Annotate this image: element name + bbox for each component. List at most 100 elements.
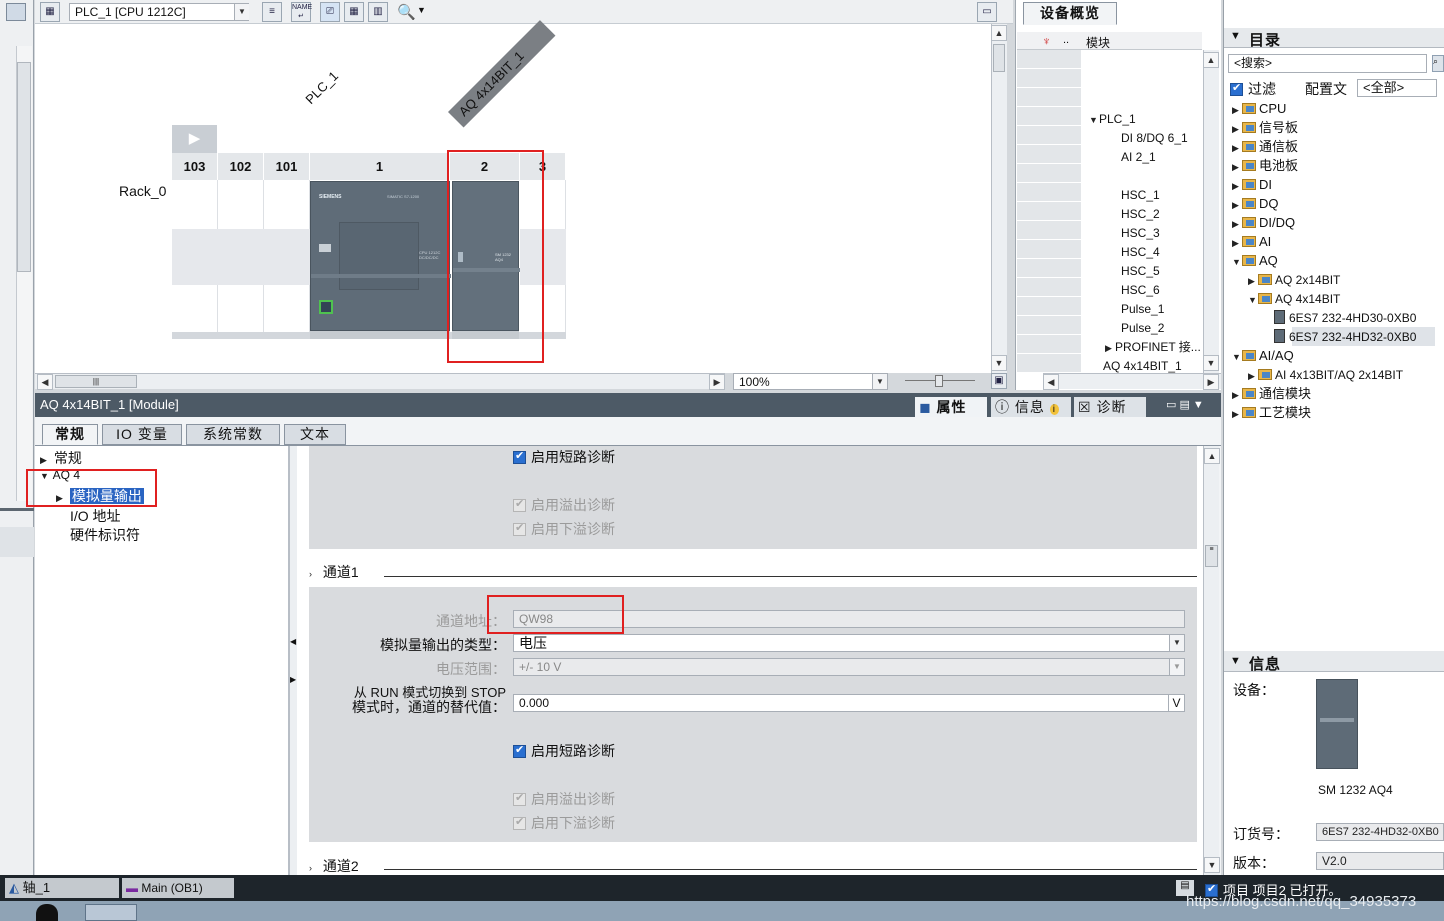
tab-general[interactable]: 常规: [42, 424, 98, 445]
tab-texts[interactable]: 文本: [284, 424, 346, 445]
overview-row[interactable]: Pulse_2: [1081, 319, 1202, 338]
ch1-substitute-value[interactable]: 0.000: [513, 694, 1185, 712]
collapse-icon[interactable]: ▼: [1089, 111, 1099, 130]
grid-button[interactable]: ▦: [344, 2, 364, 22]
expand-icon[interactable]: ▶: [1232, 405, 1242, 424]
catalog-item[interactable]: ▼ AQ 4x14BIT: [1248, 289, 1340, 308]
tab-properties[interactable]: ◼ 属性: [915, 397, 987, 417]
catalog-search-icon[interactable]: ⌕: [1432, 55, 1444, 72]
editor-tab-main[interactable]: ▬ Main (OB1): [122, 878, 234, 898]
overview-row[interactable]: HSC_6: [1081, 281, 1202, 300]
catalog-item[interactable]: ▶ DI/DQ: [1232, 213, 1295, 232]
tab-info[interactable]: ⓘ 信息 i: [991, 397, 1071, 417]
canvas-scroll-up[interactable]: ▲: [991, 25, 1007, 41]
overview-row[interactable]: Pulse_1: [1081, 300, 1202, 319]
properties-vscroll[interactable]: [1203, 446, 1219, 875]
tab-io-tags[interactable]: IO 变量: [102, 424, 182, 445]
ch0-short-diag[interactable]: 启用短路诊断: [513, 447, 615, 467]
canvas-scroll-down[interactable]: ▼: [991, 355, 1007, 371]
nav-splitter[interactable]: [289, 446, 297, 875]
expand-icon[interactable]: ›: [309, 569, 319, 579]
splitter-arrow-icon[interactable]: ◀: [290, 637, 296, 646]
catalog-item[interactable]: ▶ AQ 2x14BIT: [1248, 270, 1340, 289]
zoom-dropdown-icon[interactable]: ▼: [417, 5, 426, 15]
canvas-vscroll[interactable]: [991, 24, 1007, 373]
expand-icon[interactable]: ▶: [40, 455, 50, 466]
catalog-item[interactable]: ▶ 信号板: [1232, 118, 1298, 137]
catalog-collapse-icon[interactable]: ▼: [1230, 30, 1241, 42]
nav-io-address[interactable]: I/O 地址: [70, 506, 121, 526]
panel-window-icons[interactable]: ▭ ▤ ▼: [1166, 398, 1204, 411]
taskbar-app-icon[interactable]: [36, 904, 58, 921]
left-strip-thumb[interactable]: [17, 62, 31, 272]
zoom-dropdown-icon[interactable]: ▼: [872, 374, 887, 389]
zoom-icon[interactable]: 🔍: [397, 3, 416, 21]
catalog-item[interactable]: 6ES7 232-4HD30-0XB0: [1264, 308, 1416, 327]
catalog-filter[interactable]: 过滤: [1230, 79, 1276, 99]
catalog-item[interactable]: ▶ CPU: [1232, 99, 1286, 118]
checkbox[interactable]: [513, 743, 526, 758]
catalog-item[interactable]: ▼ AQ: [1232, 251, 1278, 270]
dropdown-icon[interactable]: ▼: [1169, 635, 1184, 651]
zoom-slider-thumb[interactable]: [935, 375, 943, 387]
overview-row[interactable]: HSC_2: [1081, 205, 1202, 224]
properties-scroll-down[interactable]: ▼: [1204, 857, 1220, 873]
rack-expand-button[interactable]: ▶: [172, 125, 217, 153]
catalog-item[interactable]: ▶ AI: [1232, 232, 1271, 251]
overview-scroll-up[interactable]: ▲: [1203, 52, 1219, 68]
overview-row[interactable]: ▶ PROFINET 接...: [1081, 338, 1202, 357]
properties-vscroll-thumb[interactable]: ≡: [1205, 545, 1218, 567]
collapse-icon[interactable]: ▼: [1248, 291, 1258, 310]
taskbar-app-icon[interactable]: [85, 904, 137, 921]
catalog-item[interactable]: ▶ 电池板: [1232, 156, 1298, 175]
left-strip-icon[interactable]: [6, 3, 26, 21]
catalog-item[interactable]: ▶ DQ: [1232, 194, 1279, 213]
nav-hw-identifier[interactable]: 硬件标识符: [70, 525, 140, 545]
overview-scroll-left[interactable]: ◀: [1043, 374, 1059, 390]
collapse-icon[interactable]: ▼: [1232, 348, 1242, 367]
zoom-select[interactable]: 100%: [733, 373, 888, 390]
overview-row[interactable]: AI 2_1: [1081, 148, 1202, 167]
checkbox[interactable]: [513, 449, 526, 464]
editor-tab-axis[interactable]: ◭ 轴_1: [5, 878, 119, 898]
expand-icon[interactable]: ▶: [1105, 339, 1115, 358]
catalog-item[interactable]: ▶ AI 4x13BIT/AQ 2x14BIT: [1248, 365, 1403, 384]
overview-hscroll[interactable]: [1043, 373, 1221, 389]
overview-row[interactable]: ▼PLC_1: [1081, 110, 1202, 129]
channel1-header[interactable]: › 通道1: [309, 562, 359, 582]
overview-row[interactable]: HSC_4: [1081, 243, 1202, 262]
overview-row[interactable]: HSC_5: [1081, 262, 1202, 281]
catalog-config-select[interactable]: <全部>: [1357, 79, 1437, 97]
overview-row[interactable]: HSC_1: [1081, 186, 1202, 205]
device-view-icon[interactable]: ▦: [40, 2, 60, 22]
info-collapse-icon[interactable]: ▼: [1230, 655, 1241, 667]
overview-scroll-right[interactable]: ▶: [1203, 374, 1219, 390]
ch1-output-type-select[interactable]: 电压: [513, 634, 1185, 652]
catalog-item[interactable]: ▶ 通信模块: [1232, 384, 1311, 403]
properties-scroll-up[interactable]: ▲: [1204, 448, 1220, 464]
splitter-arrow-icon[interactable]: ▶: [290, 675, 296, 684]
collapse-icon[interactable]: ▼: [1232, 253, 1242, 272]
tab-device-overview[interactable]: 设备概览: [1023, 2, 1117, 25]
tab-system-constants[interactable]: 系统常数: [186, 424, 280, 445]
canvas-hscroll-thumb[interactable]: |||: [55, 375, 137, 388]
overview-scroll-down[interactable]: ▼: [1203, 355, 1219, 371]
rack-view-button[interactable]: ≡: [262, 2, 282, 22]
ch1-short-diag[interactable]: 启用短路诊断: [513, 741, 615, 761]
channel2-header[interactable]: › 通道2: [309, 856, 359, 876]
overview-vscroll[interactable]: [1203, 50, 1219, 373]
canvas-hscroll[interactable]: [35, 373, 725, 389]
show-io-button[interactable]: ⎚: [320, 2, 340, 22]
filter-checkbox[interactable]: [1230, 81, 1243, 96]
catalog-search-input[interactable]: <搜索>: [1228, 54, 1427, 73]
catalog-item[interactable]: ▶ 通信板: [1232, 137, 1298, 156]
name-button[interactable]: NAME ↵: [291, 2, 312, 22]
catalog-item[interactable]: ▼ AI/AQ: [1232, 346, 1294, 365]
catalog-item[interactable]: 6ES7 232-4HD32-0XB0: [1264, 327, 1416, 346]
overview-row[interactable]: HSC_3: [1081, 224, 1202, 243]
device-select-dropdown-icon[interactable]: ▼: [234, 4, 249, 20]
cpu-module[interactable]: SIEMENS SIMATIC S7-1200 CPU 1212C DC/DC/…: [310, 181, 451, 331]
expand-icon[interactable]: ›: [309, 863, 319, 873]
canvas-scroll-left[interactable]: ◀: [37, 374, 53, 390]
overview-row[interactable]: DI 8/DQ 6_1: [1081, 129, 1202, 148]
